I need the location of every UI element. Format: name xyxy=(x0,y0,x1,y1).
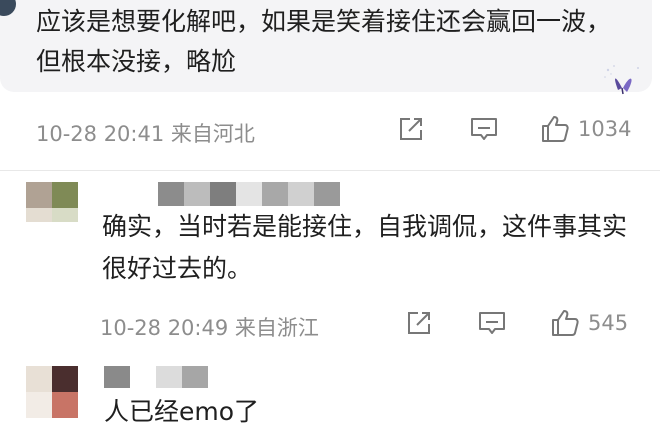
reply1-comment-button[interactable] xyxy=(478,310,506,336)
main-like-count: 1034 xyxy=(578,117,632,141)
main-like-button[interactable]: 1034 xyxy=(540,114,631,144)
divider xyxy=(0,170,660,171)
main-comment-meta: 10-28 20:41 来自河北 xyxy=(36,122,255,146)
main-repost-button[interactable] xyxy=(398,116,424,142)
reply1-meta: 10-28 20:49 来自浙江 xyxy=(100,316,319,340)
reply1-like-count: 545 xyxy=(588,311,629,335)
comment-icon xyxy=(471,118,497,140)
main-comment-button[interactable] xyxy=(470,116,498,142)
comment-icon xyxy=(479,312,505,334)
share-edit-icon xyxy=(400,118,422,140)
reply1-repost-button[interactable] xyxy=(406,310,432,336)
reply1-like-button[interactable]: 545 xyxy=(550,308,628,338)
main-comment-text: 应该是想要化解吧，如果是笑着接住还会赢回一波，但根本没接，略尬 xyxy=(36,7,612,76)
reply1-text: 确实，当时若是能接住，自我调侃，这件事其实很好过去的。 xyxy=(102,212,628,283)
butterfly-icon xyxy=(604,65,639,95)
share-edit-icon xyxy=(408,312,430,334)
thumbs-up-icon xyxy=(552,310,579,336)
thumbs-up-icon xyxy=(542,116,569,142)
reply2-text: 人已经emo了 xyxy=(104,397,260,426)
